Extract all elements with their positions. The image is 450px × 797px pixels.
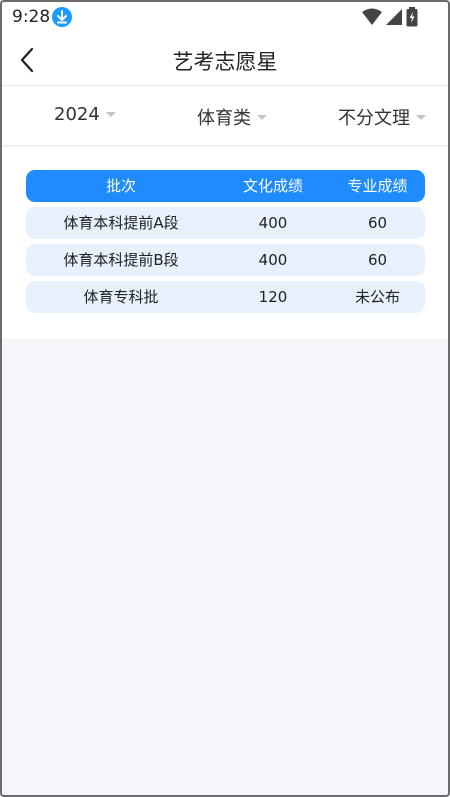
culture-score-cell: 400 [258,214,288,232]
app-header: 艺考志愿星 [0,34,450,86]
download-icon [52,7,72,27]
table-header: 批次 文化成绩 专业成绩 [26,170,425,202]
battery-icon [406,7,418,27]
caret-down-icon [416,114,426,120]
batch-cell: 体育本科提前A段 [63,214,179,232]
caret-down-icon [105,112,116,117]
column-header-batch: 批次 [105,177,136,195]
page-title: 艺考志愿星 [172,50,278,74]
filter-bar: 2024 体育类 不分文理 [0,86,450,146]
major-score-cell: 60 [367,251,388,269]
wifi-icon [362,8,382,25]
year-filter-label: 2024 [54,104,100,125]
signal-icon [386,9,402,25]
year-filter[interactable]: 2024 [54,104,116,125]
score-table-card: 批次 文化成绩 专业成绩 体育本科提前A段 400 60 体育本科提前B段 40… [0,147,450,338]
column-header-culture-score: 文化成绩 [242,177,303,195]
culture-score-cell: 400 [258,251,288,269]
major-score-cell: 60 [367,214,388,232]
status-time: 9:28 [12,7,51,27]
batch-cell: 体育本科提前B段 [63,251,179,269]
column-header-major-score: 专业成绩 [347,177,408,195]
major-score-cell: 未公布 [354,288,400,306]
batch-cell: 体育专科批 [83,288,159,306]
status-bar: 9:28 [0,0,450,34]
subject-filter[interactable]: 不分文理 [338,104,426,130]
subject-filter-label: 不分文理 [338,108,410,129]
table-row: 体育本科提前B段 400 60 [26,244,425,276]
category-filter[interactable]: 体育类 [197,104,267,130]
category-filter-label: 体育类 [197,108,251,129]
culture-score-cell: 120 [258,288,288,306]
table-row: 体育专科批 120 未公布 [26,281,425,313]
table-row: 体育本科提前A段 400 60 [26,207,425,239]
caret-down-icon [257,114,267,120]
